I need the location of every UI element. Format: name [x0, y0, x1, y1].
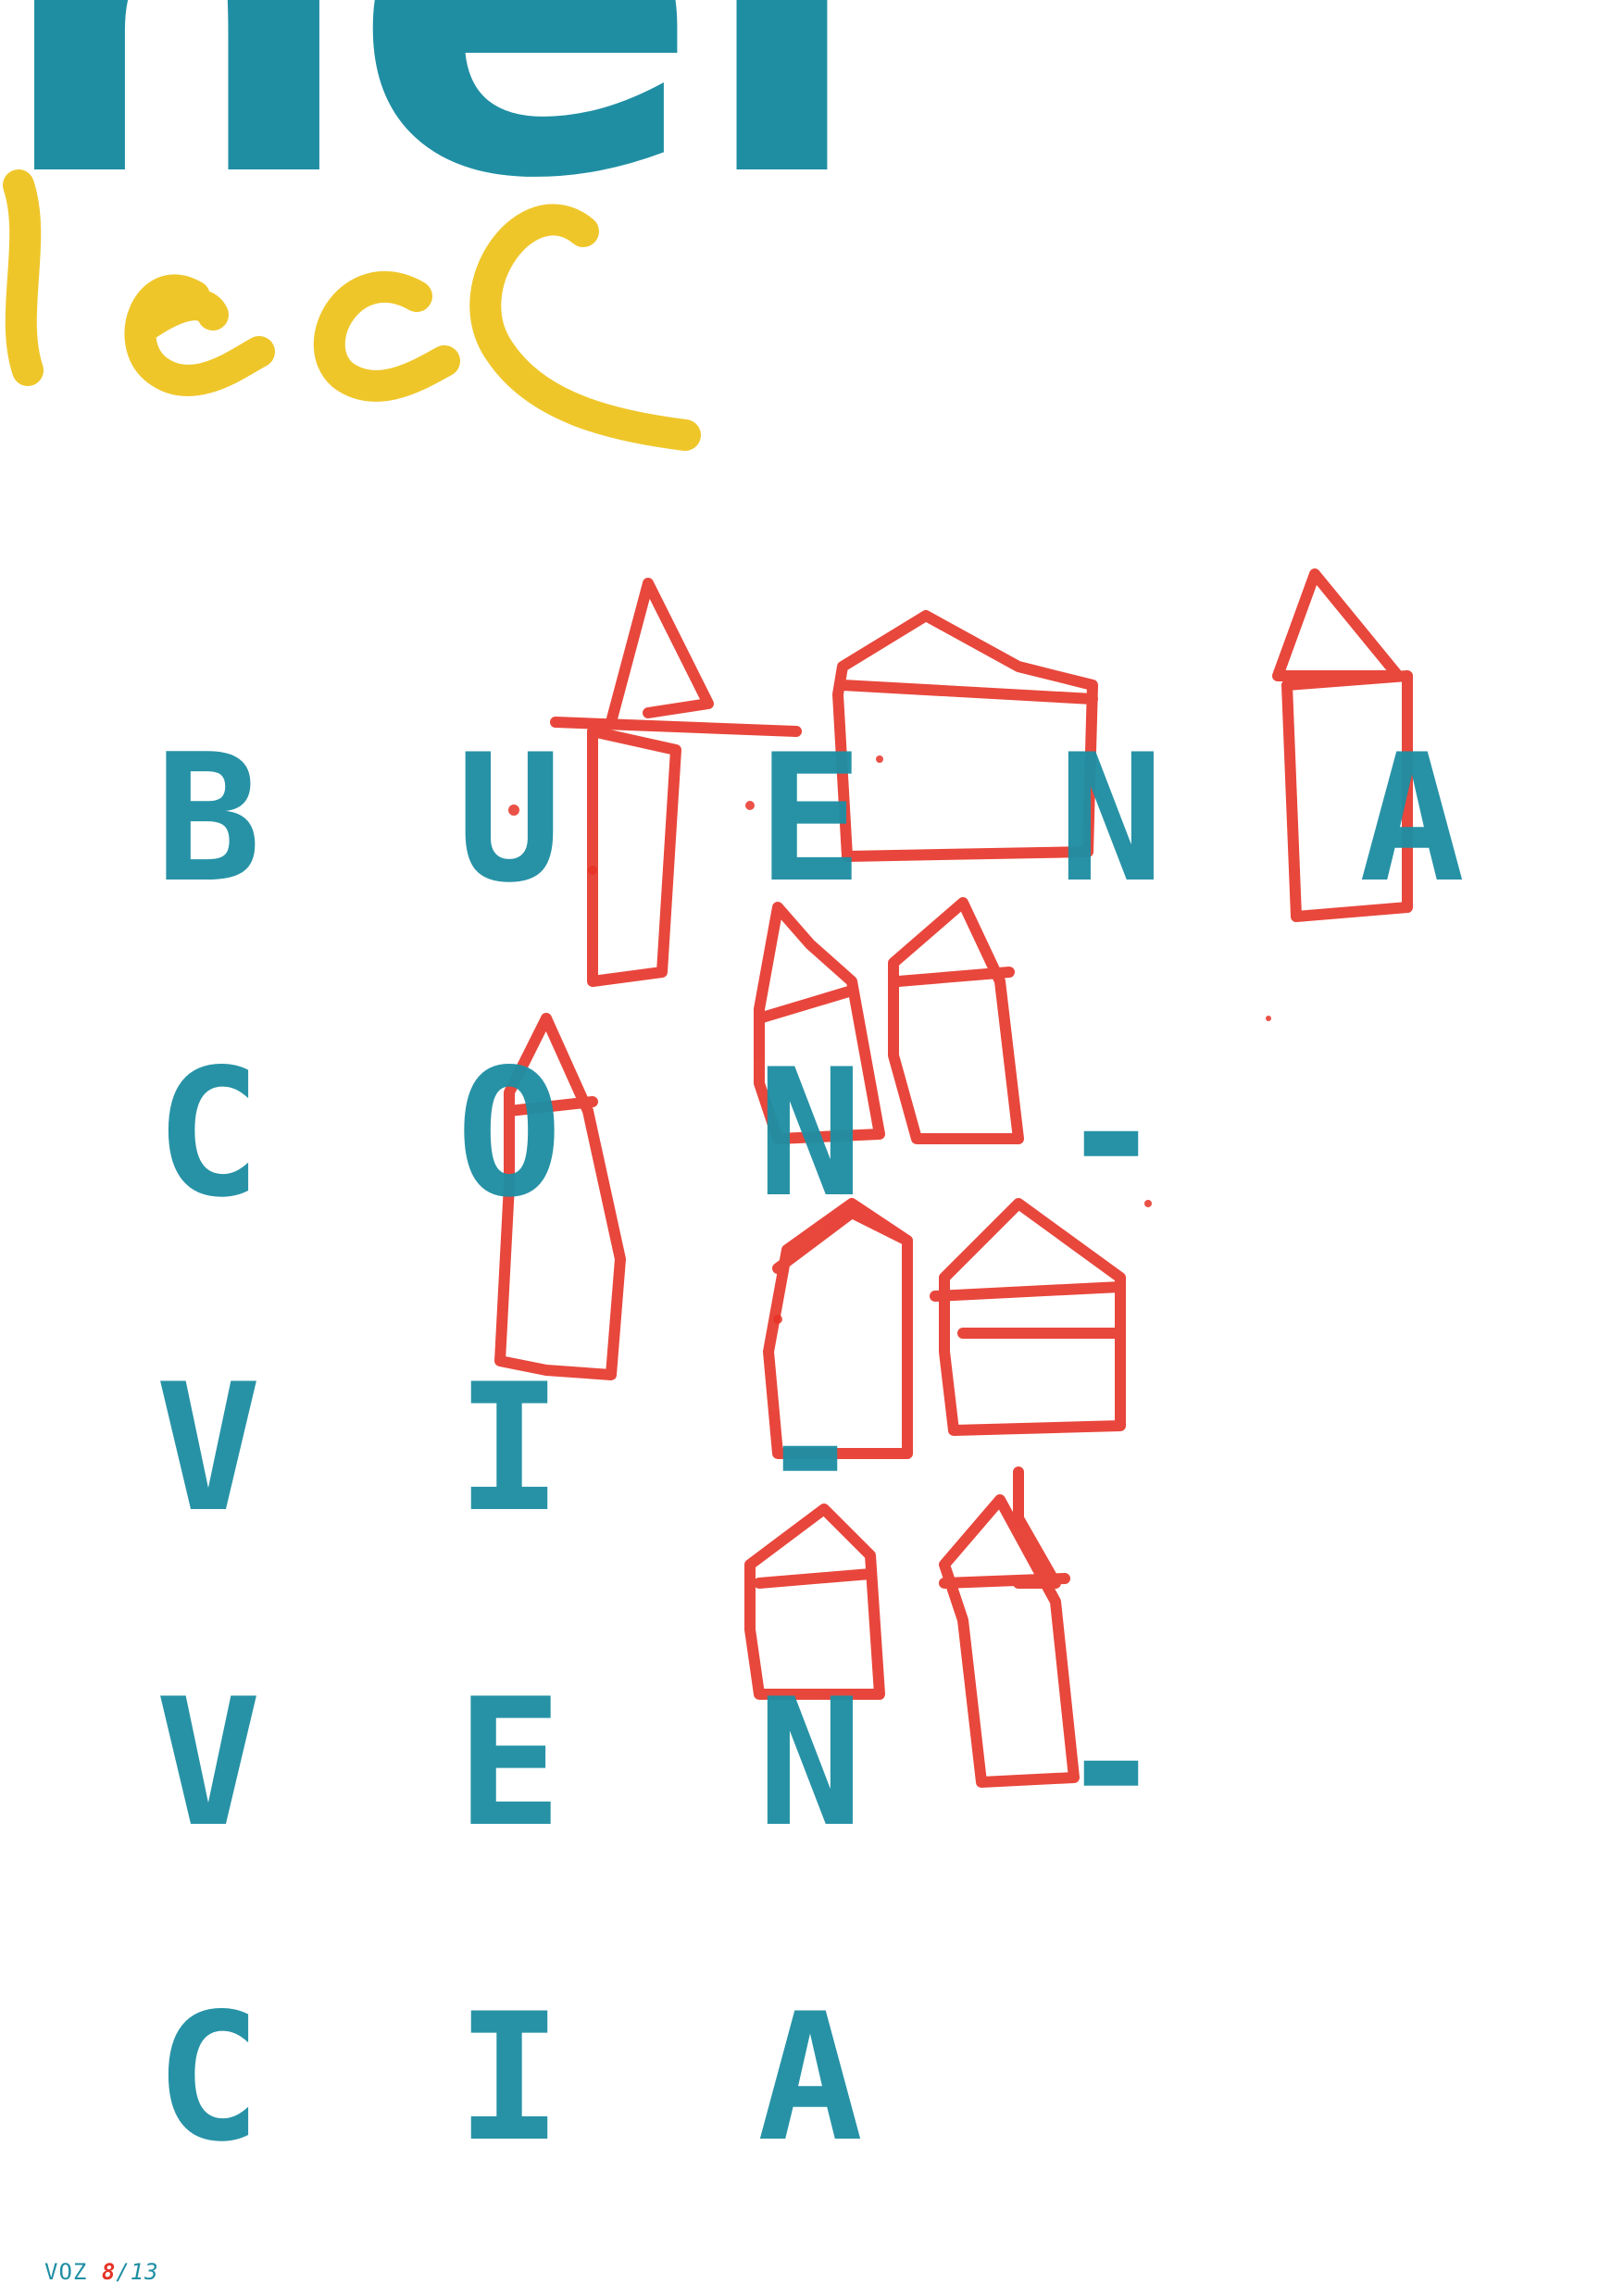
page-counter: VOZ 8/13 [44, 2259, 159, 2285]
page-separator: / [116, 2259, 131, 2285]
house-3 [832, 610, 1098, 862]
yellow-scrawl [3, 169, 701, 451]
house-9 [930, 1198, 1126, 1436]
grid-letter: I [456, 1976, 563, 2180]
house-8 [763, 1198, 913, 1459]
footer-label: VOZ [44, 2259, 88, 2285]
grid-letter: C [155, 1031, 262, 1236]
house-6 [754, 902, 885, 1144]
house-7 [888, 897, 1024, 1144]
current-page-number: 8 [101, 2259, 117, 2285]
grid-letter: A [756, 1976, 864, 2180]
house-10 [744, 1504, 885, 1700]
poster-page: nei [0, 0, 1624, 2296]
grid-letter: V [155, 1661, 262, 1866]
total-pages: 13 [130, 2259, 159, 2285]
red-houses-drawing [494, 568, 1413, 1788]
house-11 [939, 1466, 1080, 1788]
grid-letter: C [155, 1976, 262, 2180]
house-5 [494, 1013, 626, 1380]
house-1 [587, 578, 714, 987]
grid-letter: V [155, 1346, 262, 1551]
house-4 [1272, 568, 1413, 922]
grid-letter: B [155, 717, 262, 921]
